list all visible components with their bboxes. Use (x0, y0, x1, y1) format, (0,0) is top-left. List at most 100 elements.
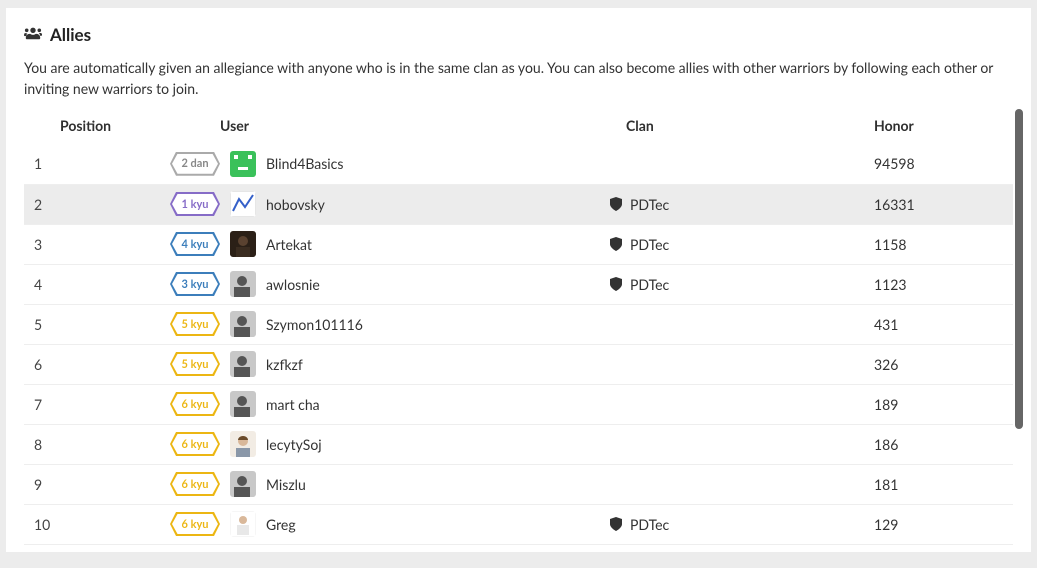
cell-user: 5 kyu kzfkzf (164, 344, 604, 384)
rank-badge: 2 dan (170, 152, 220, 176)
cell-position: 6 (24, 344, 164, 384)
table-row[interactable]: 21 kyu hobovsky PDTec 16331 (24, 184, 1013, 224)
card-title: Allies (50, 24, 91, 45)
rank-badge: 6 kyu (170, 432, 220, 456)
username-link[interactable]: hobovsky (266, 196, 325, 213)
rank-badge: 1 kyu (170, 192, 220, 216)
avatar[interactable] (230, 311, 256, 337)
cell-clan (604, 144, 874, 184)
allies-table: Position User Clan Honor 12 dan Blind4Bas… (24, 109, 1013, 545)
username-link[interactable]: mart cha (266, 396, 320, 413)
cell-honor: 16331 (874, 184, 1013, 224)
username-link[interactable]: Miszlu (266, 476, 306, 493)
cell-user: 1 kyu hobovsky (164, 184, 604, 224)
rank-badge: 4 kyu (170, 232, 220, 256)
cell-position: 10 (24, 504, 164, 544)
cell-clan (604, 464, 874, 504)
cell-user: 3 kyu awlosnie (164, 264, 604, 304)
username-link[interactable]: lecytySoj (266, 436, 322, 453)
cell-position: 2 (24, 184, 164, 224)
table-scroll-area: Position User Clan Honor 12 dan Blind4Bas… (24, 109, 1013, 549)
table-row[interactable]: 76 kyu mart cha 189 (24, 384, 1013, 424)
cell-user: 6 kyu mart cha (164, 384, 604, 424)
avatar[interactable] (230, 231, 256, 257)
avatar[interactable] (230, 431, 256, 457)
cell-position: 7 (24, 384, 164, 424)
allies-icon (24, 25, 42, 45)
cell-position: 4 (24, 264, 164, 304)
cell-honor: 181 (874, 464, 1013, 504)
card-header: Allies (24, 24, 1013, 45)
allies-card: Allies You are automatically given an al… (6, 8, 1031, 552)
clan-name: PDTec (630, 516, 669, 533)
avatar[interactable] (230, 271, 256, 297)
cell-user: 6 kyu Greg (164, 504, 604, 544)
scrollbar-thumb[interactable] (1015, 109, 1023, 429)
avatar[interactable] (230, 191, 256, 217)
cell-position: 5 (24, 304, 164, 344)
cell-honor: 1158 (874, 224, 1013, 264)
shield-icon (610, 517, 622, 531)
avatar[interactable] (230, 391, 256, 417)
username-link[interactable]: awlosnie (266, 276, 320, 293)
cell-honor: 189 (874, 384, 1013, 424)
rank-badge: 6 kyu (170, 392, 220, 416)
table-header-row: Position User Clan Honor (24, 109, 1013, 144)
rank-badge: 3 kyu (170, 272, 220, 296)
table-row[interactable]: 86 kyu lecytySoj 186 (24, 424, 1013, 464)
col-clan: Clan (604, 109, 874, 144)
cell-clan (604, 424, 874, 464)
avatar[interactable] (230, 511, 256, 537)
rank-badge: 5 kyu (170, 352, 220, 376)
table-row[interactable]: 96 kyu Miszlu 181 (24, 464, 1013, 504)
table-row[interactable]: 34 kyu Artekat PDTec 1158 (24, 224, 1013, 264)
cell-user: 2 dan Blind4Basics (164, 144, 604, 184)
cell-clan (604, 384, 874, 424)
shield-icon (610, 237, 622, 251)
cell-honor: 129 (874, 504, 1013, 544)
cell-user: 6 kyu lecytySoj (164, 424, 604, 464)
cell-position: 8 (24, 424, 164, 464)
table-row[interactable]: 12 dan Blind4Basics 94598 (24, 144, 1013, 184)
cell-clan: PDTec (604, 504, 874, 544)
username-link[interactable]: kzfkzf (266, 356, 303, 373)
cell-position: 9 (24, 464, 164, 504)
card-description: You are automatically given an allegianc… (24, 57, 1013, 99)
cell-clan: PDTec (604, 184, 874, 224)
cell-clan: PDTec (604, 264, 874, 304)
cell-honor: 326 (874, 344, 1013, 384)
username-link[interactable]: Artekat (266, 236, 312, 253)
clan-name: PDTec (630, 236, 669, 253)
cell-user: 4 kyu Artekat (164, 224, 604, 264)
cell-position: 1 (24, 144, 164, 184)
col-position: Position (24, 109, 164, 144)
username-link[interactable]: Greg (266, 516, 296, 533)
cell-honor: 94598 (874, 144, 1013, 184)
username-link[interactable]: Szymon101116 (266, 316, 363, 333)
rank-badge: 5 kyu (170, 312, 220, 336)
cell-user: 5 kyu Szymon101116 (164, 304, 604, 344)
avatar[interactable] (230, 351, 256, 377)
clan-name: PDTec (630, 196, 669, 213)
table-row[interactable]: 106 kyu Greg PDTec 129 (24, 504, 1013, 544)
avatar[interactable] (230, 471, 256, 497)
cell-honor: 431 (874, 304, 1013, 344)
shield-icon (610, 277, 622, 291)
table-row[interactable]: 43 kyu awlosnie PDTec1123 (24, 264, 1013, 304)
shield-icon (610, 197, 622, 211)
table-row[interactable]: 55 kyu Szymon101116 431 (24, 304, 1013, 344)
cell-honor: 186 (874, 424, 1013, 464)
col-user: User (164, 109, 604, 144)
col-honor: Honor (874, 109, 1013, 144)
table-row[interactable]: 65 kyu kzfkzf 326 (24, 344, 1013, 384)
cell-clan: PDTec (604, 224, 874, 264)
cell-clan (604, 304, 874, 344)
rank-badge: 6 kyu (170, 472, 220, 496)
cell-clan (604, 344, 874, 384)
cell-user: 6 kyu Miszlu (164, 464, 604, 504)
avatar[interactable] (230, 151, 256, 177)
username-link[interactable]: Blind4Basics (266, 155, 343, 172)
cell-position: 3 (24, 224, 164, 264)
rank-badge: 6 kyu (170, 512, 220, 536)
cell-honor: 1123 (874, 264, 1013, 304)
